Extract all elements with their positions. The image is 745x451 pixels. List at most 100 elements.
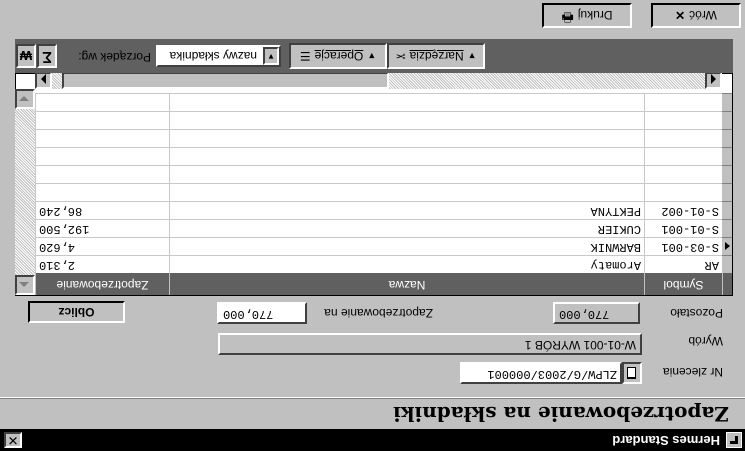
heading-divider — [0, 397, 745, 399]
empty-table-row — [35, 129, 732, 147]
table-row[interactable]: AR Aromaty 2,310 — [35, 255, 732, 273]
empty-cell — [644, 93, 722, 111]
close-button[interactable]: Wróć ✕ — [651, 3, 741, 28]
cell-symbol: S-01-002 — [644, 201, 722, 219]
operations-dropdown-icon: ▼ — [367, 51, 377, 61]
sort-select[interactable]: ▼ nazwy składnika — [156, 45, 281, 67]
row-indicator — [722, 129, 732, 147]
scroll-left-button[interactable] — [35, 72, 52, 89]
scroll-right-button[interactable] — [705, 72, 722, 89]
table-row[interactable]: S-01-001 CUKIER 192,500 — [35, 219, 732, 237]
column-header-name[interactable]: Nazwa — [169, 273, 644, 295]
empty-cell — [644, 129, 722, 147]
operations-dropdown[interactable]: ▼ Operacje ☰ — [289, 43, 387, 69]
vertical-scrollbar[interactable] — [15, 89, 35, 295]
empty-cell — [169, 111, 644, 129]
print-button-label: Drukuj — [577, 8, 613, 23]
empty-table-row — [35, 111, 732, 129]
page-title: Zapotrzebowanie na składniki — [393, 402, 729, 426]
printer-icon: 🖶 — [561, 10, 574, 26]
row-indicator — [722, 165, 732, 183]
row-indicator — [722, 111, 732, 129]
empty-cell — [169, 147, 644, 165]
horizontal-scrollbar[interactable] — [35, 72, 722, 89]
remaining-label: Pozostało — [670, 306, 723, 320]
demand-label: Zapotrzebowanie na — [324, 306, 433, 320]
column-header-demand[interactable]: Zapotrzebowanie — [35, 273, 169, 295]
cell-demand: 86,240 — [35, 201, 169, 219]
empty-cell — [35, 111, 169, 129]
document-icon: ☰ — [299, 49, 311, 63]
row-indicator[interactable] — [722, 201, 732, 219]
cell-name: CUKIER — [169, 219, 644, 237]
empty-table-row — [35, 165, 732, 183]
column-header-symbol[interactable]: Symbol — [644, 273, 722, 295]
order-label: Nr zlecenia — [662, 365, 723, 379]
row-indicator — [722, 183, 732, 201]
row-indicator[interactable] — [722, 255, 732, 273]
close-icon[interactable]: ✕ — [4, 432, 22, 448]
empty-cell — [169, 93, 644, 111]
cell-symbol: S-03-001 — [644, 237, 722, 255]
row-indicator[interactable] — [722, 219, 732, 237]
title-bar: Hermes Standard ✕ — [0, 429, 745, 451]
empty-cell — [169, 183, 644, 201]
operations-label: Operacje — [314, 49, 364, 63]
cell-name: PEKTYNA — [169, 201, 644, 219]
app-icon[interactable] — [726, 432, 742, 448]
tools-label: Narzędzia — [409, 49, 464, 63]
empty-table-row — [35, 93, 732, 111]
empty-cell — [644, 111, 722, 129]
scissors-icon: ✂ — [395, 49, 406, 63]
scroll-thumb[interactable] — [62, 72, 389, 89]
cell-name: Aromaty — [169, 255, 644, 273]
sort-select-arrow[interactable]: ▼ — [263, 47, 279, 65]
filter-button[interactable]: ₩ — [16, 44, 36, 68]
close-button-label: Wróć — [689, 8, 717, 23]
toolbar: ▼ Narzędzia ✂ ▼ Operacje ☰ ▼ nazwy skład… — [15, 39, 733, 73]
empty-cell — [169, 129, 644, 147]
sum-button[interactable]: Σ — [37, 44, 57, 68]
current-row-arrow-icon — [725, 242, 730, 250]
empty-cell — [35, 129, 169, 147]
empty-cell — [644, 147, 722, 165]
tools-dropdown-icon: ▼ — [467, 51, 477, 61]
cell-demand: 192,500 — [35, 219, 169, 237]
empty-cell — [644, 165, 722, 183]
table-row[interactable]: S-01-002 PEKTYNA 86,240 — [35, 201, 732, 219]
cell-symbol: AR — [644, 255, 722, 273]
header-corner — [722, 273, 732, 295]
row-indicator[interactable] — [722, 237, 732, 255]
window-title: Hermes Standard — [612, 433, 720, 448]
table-header: Symbol Nazwa Zapotrzebowanie — [35, 273, 732, 295]
empty-table-row — [35, 183, 732, 201]
empty-cell — [35, 165, 169, 183]
product-field: W-01-001 WYRÓB 1 — [218, 333, 642, 355]
filter-icon: ₩ — [19, 48, 33, 64]
print-button[interactable]: Drukuj 🖶 — [542, 3, 632, 28]
table-row[interactable]: S-03-001 BARWNIK 4,620 — [35, 237, 732, 255]
notebook-icon — [627, 367, 636, 379]
demand-field[interactable]: 770,000 — [217, 302, 307, 324]
empty-cell — [35, 183, 169, 201]
x-icon: ✕ — [675, 8, 686, 23]
data-table: Symbol Nazwa Zapotrzebowanie AR Aromaty 2,… — [15, 72, 733, 296]
sum-icon: Σ — [42, 48, 52, 65]
sort-select-value: nazwy składnika — [169, 49, 257, 63]
order-lookup-button[interactable] — [622, 362, 642, 384]
empty-table-row — [35, 147, 732, 165]
row-indicator — [722, 93, 732, 111]
tools-dropdown[interactable]: ▼ Narzędzia ✂ — [387, 43, 485, 69]
sort-label: Porządek wg: — [78, 50, 151, 64]
cell-name: BARWNIK — [169, 237, 644, 255]
cell-demand: 2,310 — [35, 255, 169, 273]
row-indicator — [722, 147, 732, 165]
scroll-up-button[interactable] — [15, 89, 35, 109]
empty-cell — [644, 183, 722, 201]
order-field[interactable]: ZLPW/G/2003/000001 — [460, 362, 622, 384]
empty-cell — [169, 165, 644, 183]
empty-cell — [35, 147, 169, 165]
scroll-down-button[interactable] — [15, 275, 35, 295]
calculate-button[interactable]: Oblicz — [28, 301, 125, 323]
cell-symbol: S-01-001 — [644, 219, 722, 237]
